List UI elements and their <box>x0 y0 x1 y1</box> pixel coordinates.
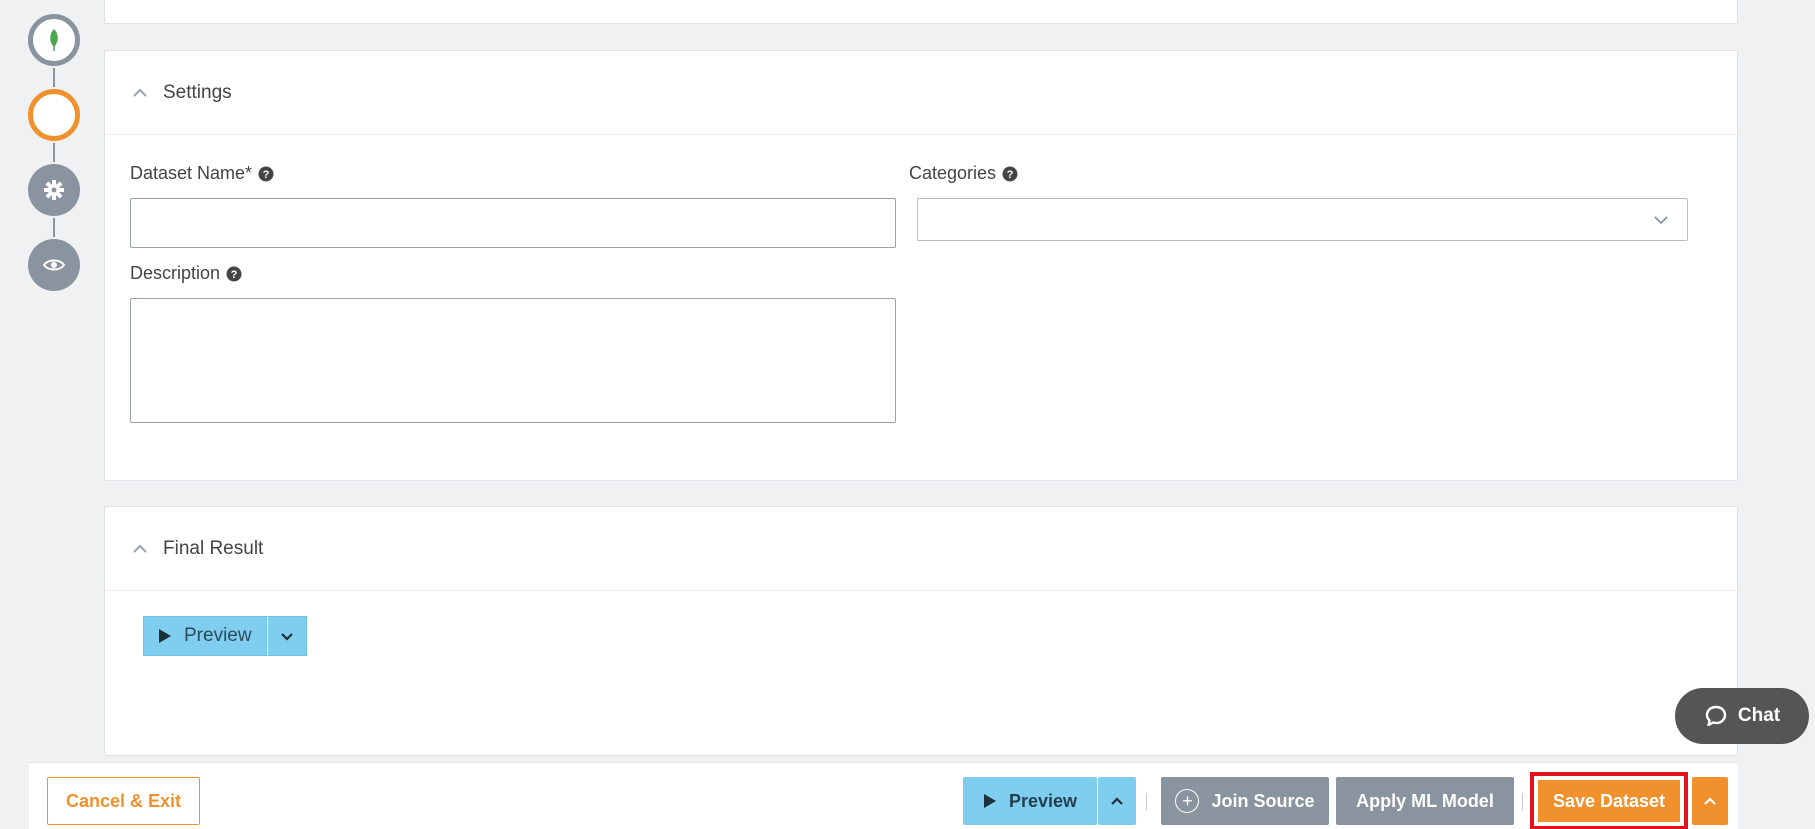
play-icon <box>159 629 171 643</box>
step-current[interactable] <box>28 89 80 141</box>
cancel-exit-button[interactable]: Cancel & Exit <box>47 777 200 825</box>
save-options-button[interactable] <box>1692 777 1728 825</box>
divider <box>1522 793 1523 811</box>
final-result-title: Final Result <box>163 537 264 559</box>
divider <box>1146 793 1147 811</box>
preview-dropdown-toggle[interactable] <box>266 616 307 656</box>
step-preview[interactable] <box>28 239 80 291</box>
preview-button[interactable]: Preview <box>143 616 267 656</box>
help-icon[interactable]: ? <box>226 266 242 282</box>
footer-preview-options-button[interactable] <box>1098 777 1136 825</box>
help-icon[interactable]: ? <box>1002 166 1018 182</box>
description-label: Description ? <box>130 263 242 284</box>
footer-preview-button[interactable]: Preview <box>963 777 1097 825</box>
dataset-name-label: Dataset Name* ? <box>130 163 274 184</box>
step-connector <box>53 68 55 87</box>
settings-title: Settings <box>163 81 232 103</box>
svg-text:?: ? <box>263 169 270 181</box>
categories-label: Categories ? <box>909 163 1018 184</box>
join-source-button[interactable]: + Join Source <box>1161 777 1329 825</box>
step-source[interactable] <box>28 14 80 66</box>
settings-header[interactable]: Settings <box>105 51 1737 135</box>
apply-ml-model-button[interactable]: Apply ML Model <box>1336 777 1514 825</box>
settings-panel: Settings Dataset Name* ? Categories ? De… <box>104 50 1738 481</box>
final-result-header[interactable]: Final Result <box>105 507 1737 591</box>
step-connector <box>53 143 55 162</box>
plus-circle-icon: + <box>1175 789 1200 813</box>
footer-preview-label: Preview <box>1008 790 1078 811</box>
footer-action-bar: Cancel & Exit Preview + Join Source Appl… <box>29 762 1738 829</box>
categories-select[interactable] <box>917 198 1688 241</box>
chevron-up-icon[interactable] <box>131 540 149 558</box>
save-dataset-button[interactable]: Save Dataset <box>1538 780 1680 822</box>
gear-icon <box>44 180 64 200</box>
step-connector <box>53 218 55 237</box>
chevron-down-icon <box>1654 215 1668 224</box>
step-settings[interactable] <box>28 164 80 216</box>
chevron-down-icon <box>280 632 293 641</box>
description-label-text: Description <box>130 263 221 283</box>
dataset-name-label-text: Dataset Name* <box>130 163 253 183</box>
previous-panel <box>104 0 1738 24</box>
chat-label: Chat <box>1737 705 1781 726</box>
svg-text:?: ? <box>1007 169 1014 181</box>
description-input[interactable] <box>130 298 896 423</box>
eye-icon <box>43 259 65 271</box>
chevron-up-icon <box>1704 796 1716 805</box>
save-dataset-highlight: Save Dataset <box>1530 772 1688 829</box>
dataset-name-input[interactable] <box>130 198 896 248</box>
final-result-panel: Final Result Preview <box>104 506 1738 756</box>
chevron-up-icon[interactable] <box>131 84 149 102</box>
categories-label-text: Categories <box>909 163 997 183</box>
help-icon[interactable]: ? <box>258 166 274 182</box>
chat-bubble-icon <box>1705 705 1727 727</box>
play-icon <box>983 794 996 808</box>
leaf-icon <box>50 29 58 51</box>
join-source-label: Join Source <box>1211 790 1315 811</box>
preview-split-button: Preview <box>143 616 307 656</box>
svg-text:?: ? <box>231 269 238 281</box>
chat-button[interactable]: Chat <box>1675 688 1809 744</box>
preview-button-label: Preview <box>184 625 252 646</box>
chevron-up-icon <box>1111 796 1123 805</box>
